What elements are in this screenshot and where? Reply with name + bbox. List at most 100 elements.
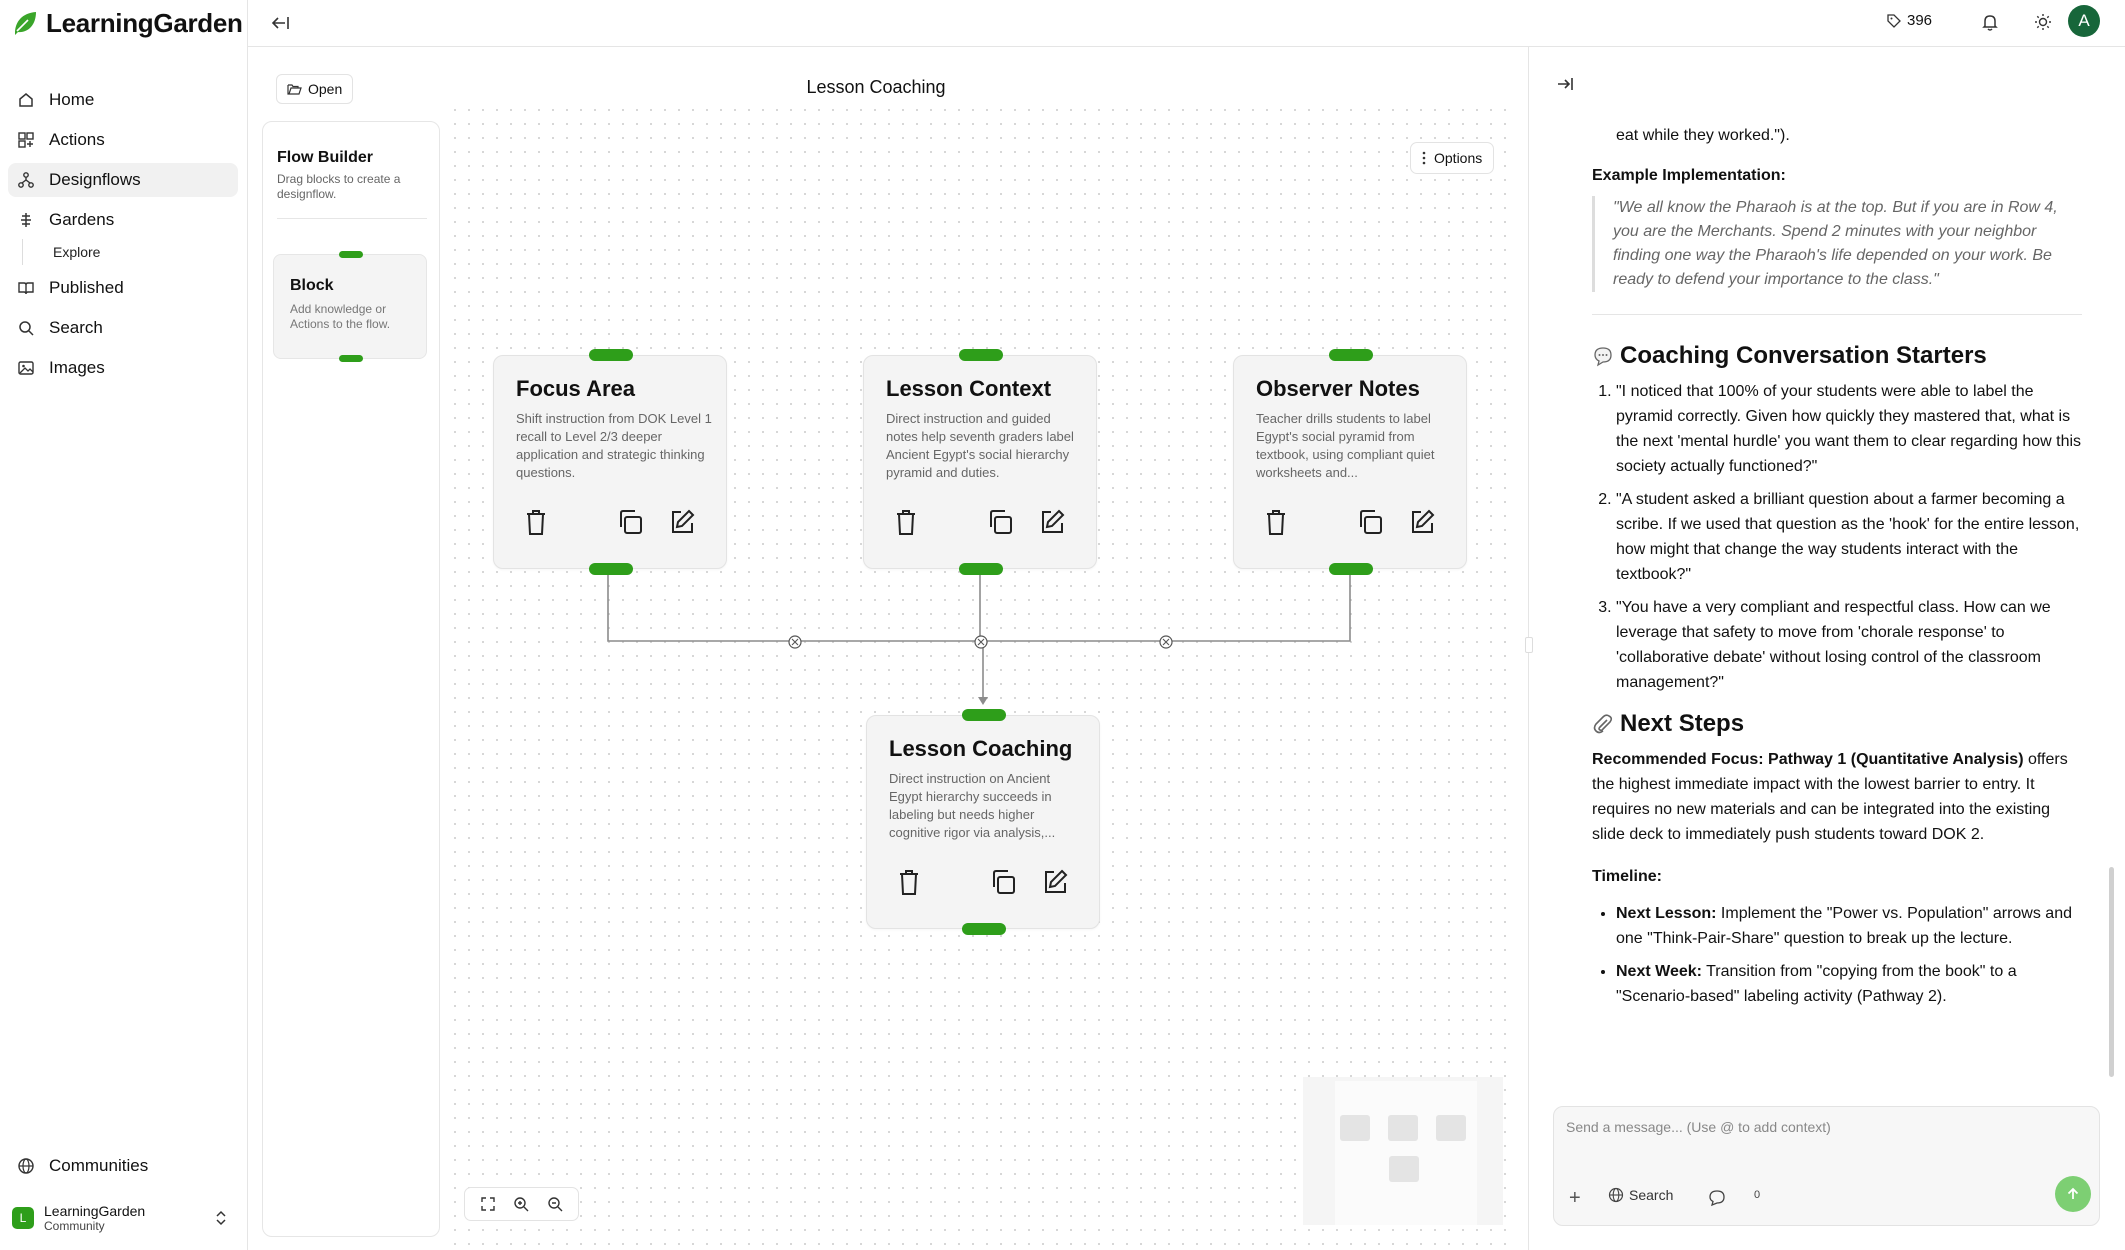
send-button[interactable] [2055, 1176, 2091, 1212]
zoom-out-icon[interactable] [547, 1196, 564, 1213]
paperclip-icon [1593, 714, 1613, 734]
node-handle-top[interactable] [1329, 349, 1373, 361]
nav-explore-label: Explore [53, 244, 101, 260]
chat-bubble-icon[interactable] [1708, 1189, 1726, 1207]
duplicate-icon[interactable] [989, 868, 1017, 901]
fit-view-icon[interactable] [480, 1196, 496, 1212]
minimap-node [1389, 1156, 1419, 1182]
nav-home[interactable]: Home [8, 83, 238, 117]
example-label: Example Implementation: [1592, 167, 1786, 184]
credits-counter[interactable]: 396 [1886, 12, 1932, 29]
credits-tag-icon [1887, 13, 1901, 28]
minimap[interactable] [1303, 1077, 1503, 1225]
node-title: Lesson Coaching [889, 736, 1073, 761]
bell-icon[interactable] [1980, 12, 2000, 32]
node-handle-top[interactable] [959, 349, 1003, 361]
flow-node-focus-area[interactable]: Focus Area Shift instruction from DOK Le… [493, 349, 728, 575]
gardens-icon [21, 213, 31, 227]
edge-focus-area [607, 569, 980, 642]
nav-search[interactable]: Search [8, 311, 238, 345]
node-description: Shift instruction from DOK Level 1 recal… [516, 411, 712, 480]
edit-icon[interactable] [1408, 508, 1436, 541]
user-avatar[interactable]: A [2068, 5, 2100, 37]
nav-gardens-label: Gardens [49, 210, 115, 229]
zoom-in-icon[interactable] [513, 1196, 530, 1213]
collapse-panel-icon[interactable] [1555, 74, 1575, 94]
chevron-up-down-icon [216, 1210, 226, 1226]
node-title: Observer Notes [1256, 376, 1420, 401]
duplicate-icon[interactable] [1356, 508, 1384, 541]
image-icon [18, 361, 34, 375]
trash-icon[interactable] [524, 508, 548, 541]
trash-icon[interactable] [1264, 508, 1288, 541]
leaf-logo-icon [15, 12, 36, 35]
edit-icon[interactable] [1038, 508, 1066, 541]
search-toggle-label: Search [1629, 1187, 1674, 1203]
minimap-node [1340, 1115, 1370, 1141]
focus-paragraph: Recommended Focus: Pathway 1 (Quantitati… [1592, 747, 2082, 847]
flow-node-lesson-context[interactable]: Lesson Context Direct instruction and gu… [863, 349, 1097, 575]
trash-icon[interactable] [894, 508, 918, 541]
timeline-item-label: Next Week: [1616, 963, 1702, 980]
nav-designflows-label: Designflows [49, 170, 141, 189]
account-switcher[interactable]: L LearningGarden Community [12, 1198, 236, 1238]
timeline-item-label: Next Lesson: [1616, 905, 1717, 922]
node-handle-top[interactable] [962, 709, 1006, 721]
web-search-toggle[interactable]: Search [1608, 1187, 1673, 1203]
chat-scrollbar[interactable] [2109, 867, 2114, 1077]
home-icon [19, 93, 33, 107]
flow-node-lesson-coaching[interactable]: Lesson Coaching Direct instruction on An… [866, 709, 1101, 935]
book-open-icon [18, 282, 34, 295]
nav-designflows[interactable]: Designflows [8, 163, 238, 197]
node-handle-top[interactable] [589, 349, 633, 361]
nav-actions[interactable]: Actions [8, 123, 238, 157]
edit-icon[interactable] [668, 508, 696, 541]
starter-item: "You have a very compliant and respectfu… [1616, 595, 2082, 695]
timeline-label: Timeline: [1592, 868, 1662, 885]
minimap-node [1436, 1115, 1466, 1141]
flow-edges [607, 569, 1351, 705]
node-handle-bottom[interactable] [1329, 563, 1373, 575]
starter-item: "I noticed that 100% of your students we… [1616, 379, 2082, 479]
example-quote: "We all know the Pharaoh is at the top. … [1592, 196, 2082, 292]
timeline-item: Next Week: Transition from "copying from… [1616, 959, 2082, 1009]
chat-text-fragment: eat while they worked."). [1616, 127, 1790, 144]
trash-icon[interactable] [897, 868, 921, 901]
node-handle-bottom[interactable] [589, 563, 633, 575]
starters-list: "I noticed that 100% of your students we… [1592, 379, 2082, 695]
nav-communities-label: Communities [49, 1156, 149, 1175]
node-title: Focus Area [516, 376, 636, 401]
collapse-sidebar-icon[interactable] [270, 12, 292, 34]
message-composer: + Search 0 [1553, 1106, 2100, 1226]
add-attachment-icon[interactable]: + [1569, 1187, 1581, 1210]
duplicate-icon[interactable] [616, 508, 644, 541]
timeline-list: Next Lesson: Implement the "Power vs. Po… [1592, 901, 2082, 1009]
node-description: Direct instruction on Ancient Egypt hier… [889, 771, 1056, 840]
nav-published-label: Published [49, 278, 124, 297]
theme-sun-icon[interactable] [2034, 13, 2052, 31]
credits-value: 396 [1907, 12, 1933, 29]
coaching-chat-panel: eat while they worked."). Example Implem… [1525, 47, 2125, 1250]
node-handle-bottom[interactable] [962, 923, 1006, 935]
app-logo[interactable]: LearningGarden [12, 8, 243, 38]
nav-communities[interactable]: Communities [8, 1149, 238, 1183]
next-steps-heading-text: Next Steps [1620, 710, 1745, 737]
flow-node-observer-notes[interactable]: Observer Notes Teacher drills students t… [1233, 349, 1467, 575]
nav-gardens[interactable]: Gardens [8, 203, 238, 237]
focus-bold: Recommended Focus: Pathway 1 (Quantitati… [1592, 751, 2024, 768]
node-handle-bottom[interactable] [959, 563, 1003, 575]
search-icon [19, 321, 34, 336]
globe-icon [18, 1158, 34, 1174]
message-input[interactable] [1566, 1119, 2086, 1135]
nav-explore[interactable]: Explore [22, 239, 238, 265]
nav-images-label: Images [49, 358, 105, 377]
node-actions [867, 868, 1101, 898]
node-actions [494, 508, 728, 538]
panel-resize-handle[interactable] [1525, 637, 1533, 653]
zoom-controls [464, 1187, 579, 1221]
edit-icon[interactable] [1041, 868, 1069, 901]
nav-published[interactable]: Published [8, 271, 238, 305]
duplicate-icon[interactable] [986, 508, 1014, 541]
globe-icon [1608, 1187, 1624, 1203]
nav-images[interactable]: Images [8, 351, 238, 385]
